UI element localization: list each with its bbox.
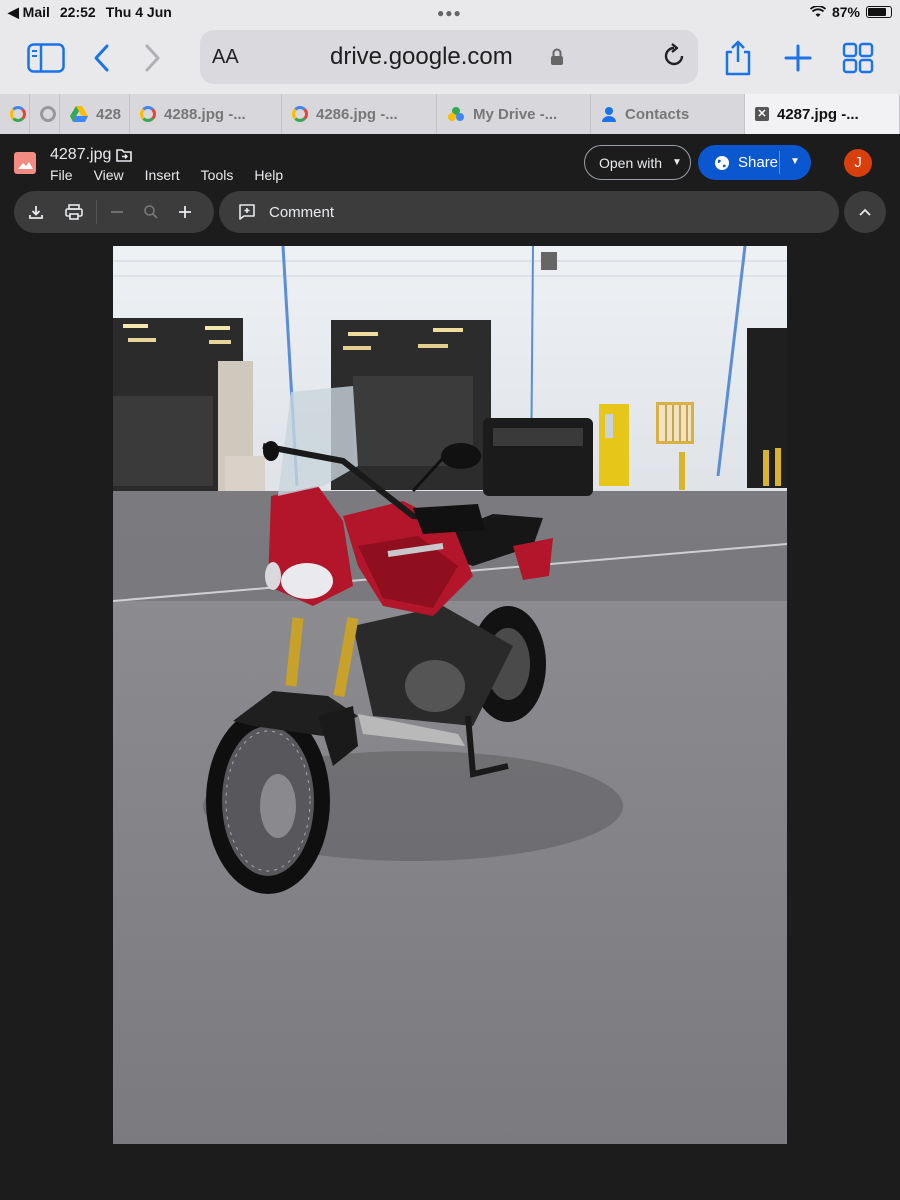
- browser-toolbar: AA drive.google.com: [0, 24, 900, 94]
- menu-bar: File View Insert Tools Help: [50, 167, 283, 183]
- download-icon[interactable]: [24, 200, 48, 224]
- motorcycle-photo: [113, 246, 787, 1144]
- zoom-out-icon[interactable]: [105, 200, 129, 224]
- tab-2[interactable]: [30, 94, 60, 134]
- print-icon[interactable]: [62, 200, 86, 224]
- comment-bar[interactable]: Comment: [219, 191, 839, 233]
- status-date: Thu 4 Jun: [105, 4, 172, 20]
- comment-button[interactable]: Comment: [269, 204, 334, 221]
- forward-icon[interactable]: [132, 38, 172, 78]
- image-file-icon: [14, 152, 36, 174]
- lock-icon: [551, 48, 563, 65]
- add-comment-icon: [235, 200, 259, 224]
- new-tab-icon[interactable]: [778, 38, 818, 78]
- menu-help[interactable]: Help: [254, 167, 283, 183]
- status-time: 22:52: [59, 4, 96, 20]
- tab-3[interactable]: 428: [60, 94, 130, 134]
- url-text: drive.google.com: [330, 43, 513, 70]
- avatar[interactable]: J: [844, 149, 872, 177]
- tab-6[interactable]: My Drive -...: [437, 94, 591, 134]
- google-g-icon: [10, 106, 26, 122]
- menu-tools[interactable]: Tools: [201, 167, 234, 183]
- drive-icon: [448, 107, 464, 121]
- battery-percent: 87%: [831, 4, 860, 20]
- drive-icon: [70, 106, 88, 122]
- open-with-button[interactable]: Open with ▼: [584, 145, 691, 180]
- viewer-toolbar: [14, 191, 214, 233]
- tab-5[interactable]: 4286.jpg -...: [282, 94, 437, 134]
- globe-icon: [715, 155, 729, 170]
- zoom-search-icon: [139, 200, 163, 224]
- text-size-button[interactable]: AA: [212, 46, 239, 69]
- photo-preview: [113, 246, 787, 1144]
- back-to-app[interactable]: ◀ Mail: [8, 4, 50, 21]
- tab-overview-icon[interactable]: [838, 38, 878, 78]
- menu-insert[interactable]: Insert: [145, 167, 180, 183]
- google-g-icon: [140, 106, 156, 122]
- multitask-dots[interactable]: ●●●: [437, 6, 462, 20]
- file-name: 4287.jpg: [50, 146, 112, 163]
- tab-bar: 428 4288.jpg -... 4286.jpg -... My Drive…: [0, 94, 900, 134]
- battery-icon: [866, 6, 892, 18]
- google-g-icon: [40, 106, 56, 122]
- tab-7[interactable]: Contacts: [591, 94, 745, 134]
- status-bar: ◀ Mail 22:52 Thu 4 Jun ●●● 87%: [0, 0, 900, 24]
- zoom-in-icon[interactable]: [173, 200, 197, 224]
- tab-4[interactable]: 4288.jpg -...: [130, 94, 282, 134]
- wifi-icon: [809, 6, 826, 17]
- share-dropdown-icon[interactable]: ▼: [790, 156, 800, 167]
- address-bar[interactable]: AA drive.google.com: [200, 30, 698, 84]
- menu-view[interactable]: View: [94, 167, 124, 183]
- tab-8-active[interactable]: ✕ 4287.jpg -...: [745, 94, 900, 134]
- reload-icon[interactable]: [660, 42, 688, 70]
- menu-file[interactable]: File: [50, 167, 73, 183]
- close-icon[interactable]: ✕: [755, 107, 769, 121]
- dropdown-arrow-icon: ▼: [672, 157, 682, 168]
- tab-1[interactable]: [0, 94, 30, 134]
- back-icon[interactable]: [82, 38, 122, 78]
- contacts-icon: [602, 107, 616, 122]
- chevron-up-icon: [859, 208, 871, 216]
- viewer-header: 4287.jpg File View Insert Tools Help Ope…: [0, 134, 900, 246]
- google-g-icon: [292, 106, 308, 122]
- share-sheet-icon[interactable]: [718, 38, 758, 78]
- collapse-toolbar-button[interactable]: [844, 191, 886, 233]
- sidebar-icon[interactable]: [26, 38, 66, 78]
- move-to-folder-icon[interactable]: [116, 148, 132, 162]
- share-button[interactable]: Share ▼: [698, 145, 811, 180]
